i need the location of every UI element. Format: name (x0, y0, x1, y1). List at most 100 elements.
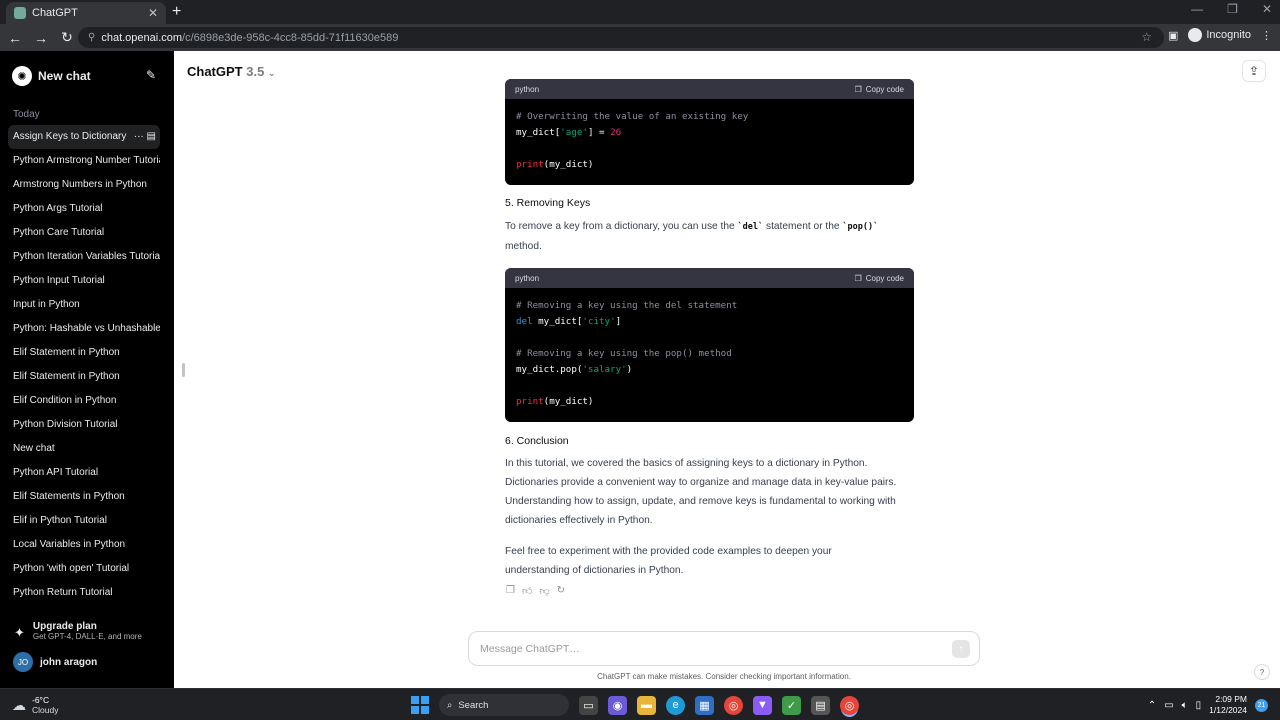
text-span: method. (505, 241, 542, 252)
code-token: print (516, 396, 544, 407)
app-icon-v[interactable]: ▼ (753, 695, 772, 715)
thumbs-down-icon[interactable]: 👎︎ (539, 585, 549, 597)
section-heading: 5. Removing Keys (505, 197, 591, 209)
clipboard-icon: ❐ (854, 273, 862, 283)
app-icon-monitor[interactable]: ▤ (811, 695, 830, 715)
url-path: /c/6898e3de-958c-4cc8-85dd-71f11630e589 (182, 31, 399, 44)
more-options-icon[interactable]: ··· (134, 131, 144, 142)
history-item-label: Armstrong Numbers in Python (13, 179, 147, 190)
new-chat-button[interactable]: ✺ New chat ✎ (12, 65, 160, 87)
history-item[interactable]: Python API Tutorial (8, 461, 160, 485)
reload-icon[interactable]: ↻ (56, 29, 78, 46)
copy-code-button[interactable]: ❐ Copy code (855, 85, 904, 94)
history-item[interactable]: Elif Condition in Python (8, 389, 160, 413)
back-icon[interactable]: ← (4, 30, 26, 46)
windows-start-icon[interactable] (411, 696, 429, 714)
regenerate-icon[interactable]: ↻ (557, 585, 565, 597)
clock-time: 2:09 PM (1215, 694, 1247, 704)
minimize-icon[interactable]: — (1191, 2, 1203, 16)
battery-icon[interactable]: ▯ (1196, 700, 1202, 711)
chrome-active-icon[interactable]: ◎ (840, 695, 859, 715)
model-selector[interactable]: ChatGPT 3.5 ⌄ (187, 64, 276, 79)
weather-widget[interactable]: ☁ -6°C Cloudy (12, 695, 58, 715)
browser-menu-icon[interactable]: ⋮ (1261, 29, 1272, 42)
forward-icon[interactable]: → (30, 30, 52, 46)
store-icon[interactable]: ▦ (695, 695, 714, 715)
new-tab-icon[interactable]: + (172, 3, 181, 21)
share-icon: ⇪ (1248, 64, 1260, 78)
clock[interactable]: 2:09 PM 1/12/2024 (1209, 694, 1247, 716)
code-token: 'age' (560, 127, 588, 138)
close-window-icon[interactable]: ✕ (1262, 2, 1272, 16)
browser-tab[interactable]: ChatGPT ✕ (6, 2, 166, 24)
paragraph: In this tutorial, we covered the basics … (505, 458, 897, 526)
disclaimer: ChatGPT can make mistakes. Consider chec… (597, 672, 851, 681)
history-item[interactable]: Python Armstrong Number Tutorial (8, 149, 160, 173)
notification-badge[interactable]: 21 (1255, 698, 1268, 712)
history-item[interactable]: Python Division Tutorial (8, 413, 160, 437)
bookmark-star-icon[interactable]: ☆ (1141, 30, 1152, 44)
address-bar[interactable]: ⚲ chat.openai.com/c/6898e3de-958c-4cc8-8… (78, 27, 1164, 48)
weather-temp: -6°C (32, 695, 50, 705)
upgrade-plan-button[interactable]: ✦ Upgrade plan Get GPT-4, DALL·E, and mo… (14, 621, 164, 641)
history-item[interactable]: Armstrong Numbers in Python (8, 173, 160, 197)
history-item[interactable]: Elif in Python Tutorial (8, 509, 160, 533)
history-item[interactable]: Python Args Tutorial (8, 197, 160, 221)
edit-icon[interactable]: ✎ (146, 68, 156, 82)
user-menu[interactable]: JO john aragon (13, 652, 97, 672)
taskbar-search[interactable]: ⌕ Search (439, 694, 569, 716)
message-input[interactable]: Message ChatGPT… ↑ (468, 631, 980, 666)
history-item[interactable]: Local Variables in Python (8, 533, 160, 557)
cloud-icon: ☁ (12, 696, 26, 713)
history-item[interactable]: Elif Statement in Python (8, 365, 160, 389)
incognito-indicator[interactable]: Incognito (1188, 28, 1251, 42)
chevron-down-icon: ⌄ (267, 68, 276, 78)
history-item-label: Python Iteration Variables Tutorial (13, 251, 160, 262)
message-placeholder: Message ChatGPT… (480, 642, 580, 655)
code-line: print(my_dict) (516, 394, 903, 410)
code-block-header: python ❐ Copy code (505, 79, 914, 99)
copy-code-button[interactable]: ❐ Copy code (855, 274, 904, 283)
avatar: JO (13, 652, 33, 672)
copy-code-label: Copy code (865, 273, 904, 283)
history-item[interactable]: Python: Hashable vs Unhashable (8, 317, 160, 341)
site-info-icon[interactable]: ⚲ (88, 32, 95, 43)
chrome-icon[interactable]: ◎ (724, 695, 743, 715)
history-item-label: Python 'with open' Tutorial (13, 563, 130, 574)
chevron-up-icon[interactable]: ⌃ (1148, 700, 1156, 711)
copy-icon[interactable]: ❐ (506, 585, 515, 597)
thumbs-up-icon[interactable]: 👍︎ (522, 585, 532, 597)
edge-icon[interactable]: e (666, 695, 685, 715)
history-item[interactable]: New chat (8, 437, 160, 461)
task-view-icon[interactable]: ▭ (579, 695, 598, 715)
volume-icon[interactable]: 🔈︎ (1182, 700, 1188, 711)
file-explorer-icon[interactable]: ▬ (637, 695, 656, 715)
history-item[interactable]: Input in Python (8, 293, 160, 317)
history-item[interactable]: Python Input Tutorial (8, 269, 160, 293)
history-item-label: Python Division Tutorial (13, 419, 118, 430)
history-item[interactable]: Python Iteration Variables Tutorial (8, 245, 160, 269)
toolbar-right: ▣ Incognito ⋮ (1168, 28, 1272, 42)
maximize-icon[interactable]: ❐ (1227, 2, 1238, 16)
code-line: my_dict.pop('salary') (516, 362, 903, 378)
help-button[interactable]: ? (1254, 664, 1270, 680)
close-tab-icon[interactable]: ✕ (148, 6, 158, 20)
history-item[interactable]: Assign Keys to Dictionary ··· ▤ (8, 125, 160, 149)
history-item-label: New chat (13, 443, 55, 454)
side-panel-icon[interactable]: ▣ (1168, 29, 1178, 42)
send-button[interactable]: ↑ (952, 640, 970, 658)
openai-logo-icon: ✺ (12, 66, 32, 86)
app-icon-green[interactable]: ✓ (782, 695, 801, 715)
history-item[interactable]: Elif Statement in Python (8, 341, 160, 365)
history-item[interactable]: Elif Statements in Python (8, 485, 160, 509)
archive-icon[interactable]: ▤ (147, 131, 156, 142)
network-icon[interactable]: ▭ (1164, 700, 1173, 711)
history-item[interactable]: Python Return Tutorial (8, 581, 160, 605)
chat-app-icon[interactable]: ◉ (608, 695, 627, 715)
share-button[interactable]: ⇪ (1242, 60, 1266, 82)
history-item[interactable]: Python 'with open' Tutorial (8, 557, 160, 581)
history-item[interactable]: Python Care Tutorial (8, 221, 160, 245)
sidebar-resize-handle[interactable] (182, 363, 185, 377)
chatgpt-favicon-icon (14, 7, 26, 19)
